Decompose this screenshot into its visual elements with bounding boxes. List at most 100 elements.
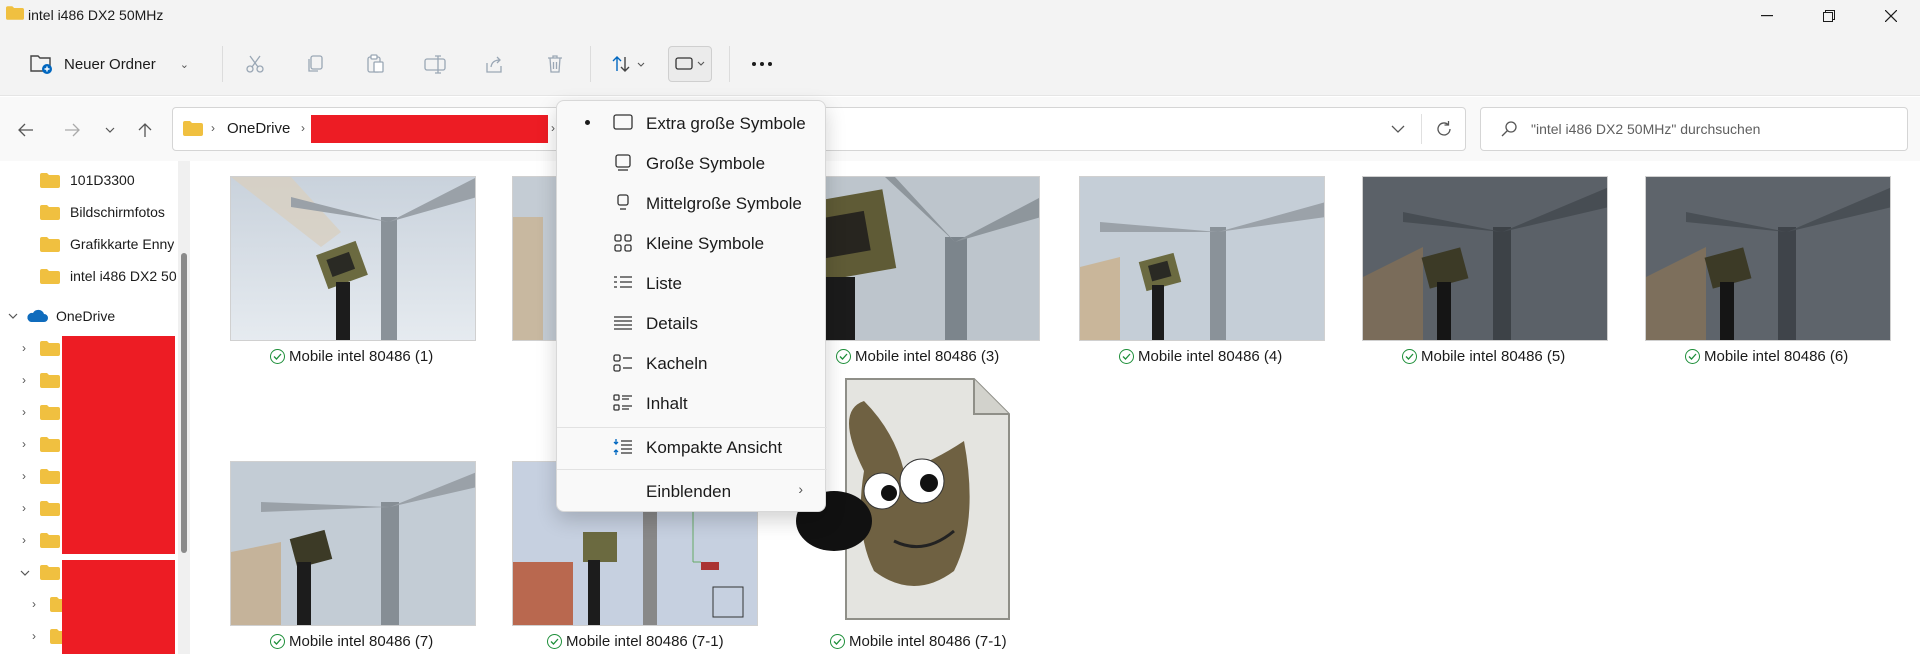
arrow-right-icon [65,123,80,137]
file-thumbnail[interactable] [1645,176,1891,341]
file-name[interactable]: Mobile intel 80486 (1) [270,348,433,365]
chevron-right-icon[interactable]: › [22,373,26,387]
arrow-up-icon [138,123,152,137]
folder-icon [40,501,60,516]
paste-icon [367,54,384,73]
more-options-button[interactable] [748,50,776,78]
redacted-folder-names [62,336,175,554]
sync-ok-icon [1119,349,1134,364]
file-thumbnail[interactable] [1079,176,1325,341]
menu-item-label: Kompakte Ansicht [646,438,783,457]
chevron-down-icon [697,61,705,66]
menu-item-tiles[interactable]: Kacheln [561,344,823,382]
file-name[interactable]: Mobile intel 80486 (7-1) [830,633,1007,650]
chevron-right-icon[interactable]: › [22,437,26,451]
forward-button[interactable] [59,117,85,143]
restore-icon [1823,10,1835,22]
delete-button[interactable] [541,50,569,78]
breadcrumb-separator-icon[interactable]: › [301,121,305,135]
rename-button[interactable] [421,50,449,78]
menu-item-large-icons[interactable]: Große Symbole [561,144,823,182]
breadcrumb-separator-icon[interactable]: › [551,121,555,135]
menu-item-content[interactable]: Inhalt [561,384,823,422]
details-icon [614,316,632,330]
menu-item-extra-large-icons[interactable]: Extra große Symbole [561,104,823,142]
chevron-right-icon[interactable]: › [22,405,26,419]
menu-item-small-icons[interactable]: Kleine Symbole [561,224,823,262]
command-bar: Neuer Ordner ⌄ [0,32,1920,96]
file-thumbnail[interactable] [230,176,476,341]
onedrive-cloud-icon [27,309,48,322]
sidebar-item-bildschirmfotos[interactable]: Bildschirmfotos [0,196,178,228]
photo-windturbine-chip-image [795,177,1039,340]
copy-button[interactable] [301,50,329,78]
share-button[interactable] [481,50,509,78]
sidebar-item-label: Bildschirmfotos [70,204,165,220]
toolbar-divider [222,46,223,82]
sync-ok-icon [830,634,845,649]
sidebar-scrollbar-thumb[interactable] [181,253,187,553]
sidebar-item-onedrive[interactable]: OneDrive [0,300,178,332]
minimize-button[interactable] [1744,0,1790,32]
chevron-down-icon[interactable]: ⌄ [180,58,189,71]
menu-item-label: Kleine Symbole [646,234,765,253]
menu-item-label: Einblenden [646,482,732,501]
search-box[interactable]: "intel i486 DX2 50MHz" durchsuchen [1480,107,1908,151]
chevron-right-icon[interactable]: › [32,629,36,643]
chevron-right-icon[interactable]: › [22,533,26,547]
menu-item-details[interactable]: Details [561,304,823,342]
file-name[interactable]: Mobile intel 80486 (4) [1119,348,1282,365]
new-folder-button[interactable]: Neuer Ordner ⌄ [22,46,197,82]
close-icon [1885,10,1897,22]
sidebar-item-intel-i486[interactable]: intel i486 DX2 50 [0,260,178,292]
recent-locations-button[interactable] [97,117,123,143]
file-thumbnail[interactable] [1362,176,1608,341]
file-name-label: Mobile intel 80486 (5) [1421,348,1566,365]
cut-button[interactable] [241,50,269,78]
file-name[interactable]: Mobile intel 80486 (5) [1402,348,1565,365]
arrow-left-icon [18,123,33,137]
sidebar-item-label: Grafikkarte Enny [70,236,175,252]
menu-item-medium-icons[interactable]: Mittelgroße Symbole [561,184,823,222]
close-button[interactable] [1868,0,1914,32]
folder-icon [183,121,203,136]
sidebar-item-101d3300[interactable]: 101D3300 [0,164,178,196]
sort-button[interactable] [608,50,650,78]
breadcrumb-separator-icon[interactable]: › [211,121,215,135]
chevron-right-icon[interactable]: › [22,469,26,483]
chevron-right-icon[interactable]: › [22,341,26,355]
back-button[interactable] [13,117,39,143]
menu-item-list[interactable]: Liste [561,264,823,302]
share-icon [486,56,502,73]
small-icons-icon [614,234,632,252]
large-icons-icon [615,154,631,171]
menu-divider [557,469,827,470]
folder-icon [40,405,60,420]
view-button[interactable] [668,46,712,82]
menu-item-show[interactable]: Einblenden › [561,472,823,510]
file-thumbnail[interactable] [794,176,1040,341]
file-name[interactable]: Mobile intel 80486 (3) [836,348,999,365]
folder-icon [40,341,60,356]
file-thumbnail[interactable] [794,371,1040,629]
redacted-breadcrumb [311,115,548,143]
chevron-down-icon[interactable] [8,312,18,320]
file-name[interactable]: Mobile intel 80486 (7) [270,633,433,650]
chevron-down-icon[interactable] [1391,125,1405,134]
file-thumbnail[interactable] [230,461,476,626]
sidebar-item-grafikkarte[interactable]: Grafikkarte Enny [0,228,178,260]
restore-button[interactable] [1806,0,1852,32]
refresh-icon[interactable] [1435,120,1453,138]
chevron-right-icon[interactable]: › [22,501,26,515]
breadcrumb-onedrive[interactable]: OneDrive [227,120,290,137]
copy-icon [308,55,323,72]
file-name[interactable]: Mobile intel 80486 (7-1) [547,633,724,650]
file-name[interactable]: Mobile intel 80486 (6) [1685,348,1848,365]
menu-item-compact-view[interactable]: Kompakte Ansicht [561,428,823,466]
chevron-right-icon[interactable]: › [32,597,36,611]
up-button[interactable] [132,117,158,143]
paste-button[interactable] [361,50,389,78]
menu-item-label: Extra große Symbole [646,114,806,133]
sidebar-item-label: OneDrive [56,308,116,324]
chevron-down-icon[interactable] [20,569,30,577]
